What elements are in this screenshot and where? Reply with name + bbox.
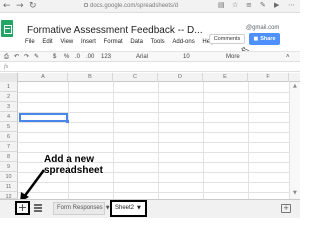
column-header-row: A B C D E F (0, 73, 300, 82)
menu-file[interactable]: File (25, 39, 35, 45)
gridline (113, 82, 114, 199)
scroll-down-icon[interactable]: ▼ (293, 190, 297, 196)
sheet-tab[interactable]: Form Responses ▼ (53, 202, 110, 215)
chevron-down-icon[interactable]: ▼ (106, 205, 110, 211)
back-arrow-icon[interactable]: ← (3, 1, 11, 12)
row-header[interactable]: 10 (0, 172, 18, 182)
number-format-button[interactable]: 123 (101, 54, 111, 61)
pen-icon[interactable]: ✎ (260, 2, 267, 9)
gridline (158, 82, 159, 199)
share-browser-icon[interactable]: ▶ (274, 2, 281, 9)
more-button[interactable]: More (226, 54, 240, 61)
formula-bar[interactable]: fx (0, 63, 300, 72)
column-header[interactable]: D (158, 73, 203, 82)
chevron-down-icon[interactable]: ▼ (137, 205, 141, 211)
menu-tools[interactable]: Tools (151, 39, 165, 45)
menu-bar: File Edit View Insert Format Data Tools … (25, 39, 221, 48)
row-header[interactable]: 7 (0, 142, 18, 152)
select-all-corner[interactable] (0, 73, 18, 82)
undo-icon[interactable]: ↶ (14, 54, 19, 61)
currency-button[interactable]: $ (53, 54, 56, 61)
scroll-up-icon[interactable]: ▲ (293, 83, 297, 89)
increase-decimal-button[interactable]: .00 (86, 54, 94, 61)
share-button[interactable]: ■ Share (249, 33, 280, 45)
menu-addons[interactable]: Add-ons (172, 39, 194, 45)
row-header[interactable]: 6 (0, 132, 18, 142)
column-header[interactable]: E (203, 73, 248, 82)
lock-icon: ■ (253, 36, 259, 42)
row-header[interactable]: 5 (0, 122, 18, 132)
sheets-logo-icon[interactable] (1, 20, 13, 37)
gridline (203, 82, 204, 199)
column-header[interactable]: F (248, 73, 289, 82)
explore-icon[interactable]: + (281, 204, 291, 213)
row-header[interactable]: 12 (0, 192, 18, 200)
owner-email: @gmail.com (246, 25, 280, 31)
print-icon[interactable]: ⎙ (4, 54, 9, 61)
menu-view[interactable]: View (60, 39, 73, 45)
browser-bar: ← → ↻ docs.google.com/spreadsheets/d ▤ ☆… (0, 0, 300, 13)
row-header[interactable]: 1 (0, 82, 18, 92)
menu-edit[interactable]: Edit (42, 39, 52, 45)
document-title[interactable]: Formative Assessment Feedback -- D... (27, 25, 203, 36)
hub-icon[interactable]: ≡ (246, 2, 253, 9)
menu-data[interactable]: Data (130, 39, 143, 45)
font-size-select[interactable]: 10 (183, 54, 190, 61)
menu-format[interactable]: Format (104, 39, 123, 45)
percent-button[interactable]: % (64, 54, 69, 61)
sheet-tab-bar: + Form Responses ▼ Sheet2 ▼ + (0, 199, 300, 218)
address-bar[interactable]: docs.google.com/spreadsheets/d (84, 1, 178, 12)
gridline (68, 82, 69, 199)
column-header[interactable]: A (19, 73, 68, 82)
annotation-arrow-icon (20, 169, 46, 202)
refresh-icon[interactable]: ↻ (29, 1, 37, 12)
sheet-tab-active[interactable]: Sheet2 ▼ (110, 200, 147, 217)
column-header[interactable]: B (68, 73, 113, 82)
redo-icon[interactable]: ↷ (24, 54, 29, 61)
row-header[interactable]: 9 (0, 162, 18, 172)
selected-cell[interactable] (19, 113, 69, 123)
chevron-up-icon[interactable]: ˄ (286, 54, 290, 61)
row-header[interactable]: 2 (0, 92, 18, 102)
toolbar: ⎙ ↶ ↷ ✎ $ % .0 .00 123 Arial 10 More ˄ (0, 51, 300, 62)
row-header[interactable]: 8 (0, 152, 18, 162)
share-label: Share (260, 36, 276, 42)
list-icon[interactable] (34, 204, 42, 212)
menu-insert[interactable]: Insert (81, 39, 96, 45)
row-header[interactable]: 4 (0, 112, 18, 122)
decrease-decimal-button[interactable]: .0 (75, 54, 80, 61)
add-sheet-button[interactable]: + (15, 201, 30, 215)
lock-icon (84, 3, 88, 8)
sheet-tab-label: Sheet2 (115, 205, 135, 211)
url-text: docs.google.com/spreadsheets/d (90, 3, 179, 9)
fx-label: fx (4, 64, 9, 70)
vertical-scrollbar[interactable]: ▲ ▼ (289, 82, 300, 199)
screenshot-root: ← → ↻ docs.google.com/spreadsheets/d ▤ ☆… (0, 0, 300, 218)
reading-view-icon[interactable]: ▤ (218, 2, 225, 9)
row-header[interactable]: 3 (0, 102, 18, 112)
gridline (248, 82, 249, 199)
font-select[interactable]: Arial (136, 54, 148, 61)
more-icon[interactable]: ⋯ (288, 2, 295, 9)
plus-icon: + (17, 201, 28, 214)
row-header[interactable]: 11 (0, 182, 18, 192)
column-header[interactable]: C (113, 73, 158, 82)
annotation-label: Add a new spreadsheet (44, 154, 103, 176)
star-icon[interactable]: ☆ (232, 2, 239, 9)
sheet-tab-label: Form Responses (57, 205, 103, 211)
paint-format-icon[interactable]: ✎ (34, 54, 39, 61)
comments-button[interactable]: Comments (209, 34, 245, 44)
forward-arrow-icon[interactable]: → (16, 1, 24, 12)
